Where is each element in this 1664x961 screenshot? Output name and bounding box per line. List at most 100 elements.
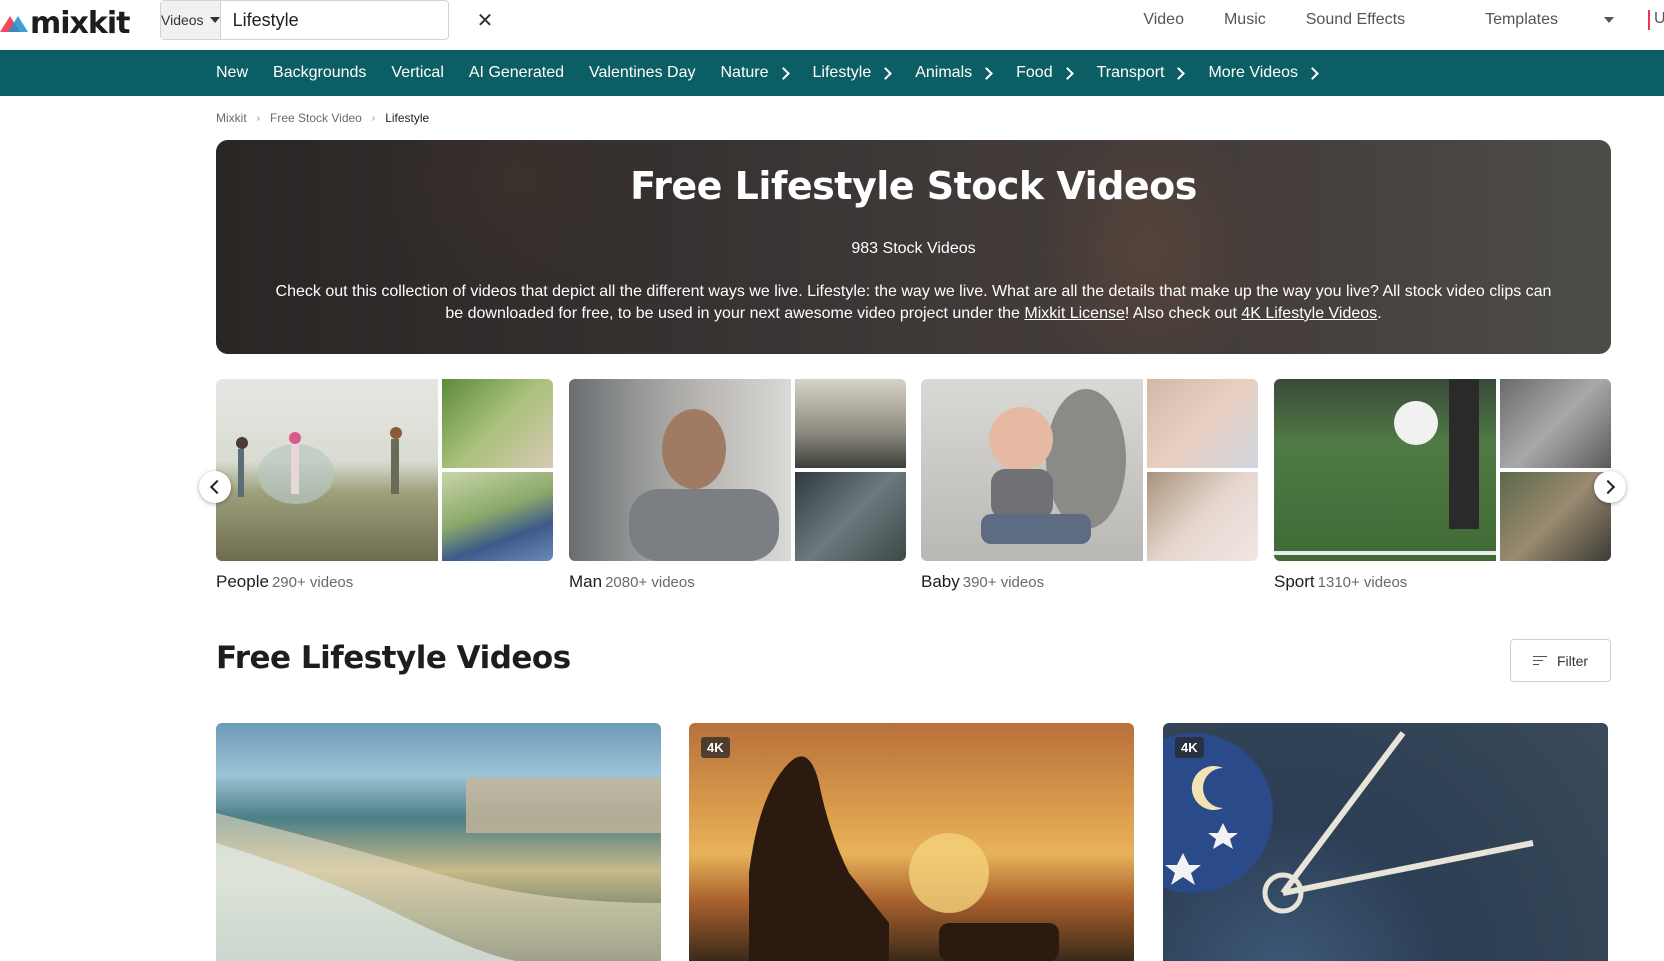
category-vertical[interactable]: Vertical <box>391 64 443 82</box>
collection-label-baby[interactable]: Baby 390+ videos <box>921 572 1044 592</box>
video-thumbnail <box>749 756 1059 961</box>
collection-count: 2080+ videos <box>605 574 695 591</box>
collection-count: 1310+ videos <box>1317 574 1408 591</box>
collection-thumb-side <box>442 379 553 468</box>
category-backgrounds[interactable]: Backgrounds <box>273 64 366 82</box>
search-bar: Videos ✕ <box>160 0 493 40</box>
collection-count: 290+ videos <box>271 574 354 591</box>
top-header: mixkit Videos ✕ Video Music Sound Effect… <box>0 0 1664 50</box>
logo-mark-icon <box>0 12 28 34</box>
clear-search-icon[interactable]: ✕ <box>477 1 494 39</box>
chevron-right-icon <box>1172 67 1186 80</box>
collection-thumb-side <box>795 472 906 561</box>
video-card-watch[interactable]: 4K <box>1163 723 1608 961</box>
video-thumbnail <box>216 778 661 961</box>
4k-badge: 4K <box>701 737 730 758</box>
nav-user-cut[interactable]: U <box>1648 10 1664 30</box>
breadcrumb-separator-icon: › <box>256 112 261 124</box>
category-bar: New Backgrounds Vertical AI Generated Va… <box>0 50 1664 96</box>
filter-button[interactable]: Filter <box>1510 639 1611 682</box>
breadcrumb-separator-icon: › <box>371 112 376 124</box>
collection-thumb-main <box>569 379 791 561</box>
4k-lifestyle-videos-link[interactable]: 4K Lifestyle Videos <box>1241 305 1377 322</box>
category-label: More Videos <box>1208 64 1298 81</box>
nav-templates[interactable]: Templates <box>1445 11 1614 29</box>
hero-banner: Free Lifestyle Stock Videos 983 Stock Vi… <box>216 140 1611 354</box>
category-transport[interactable]: Transport <box>1096 64 1186 82</box>
collection-thumb-side <box>1147 379 1258 468</box>
collection-count: 390+ videos <box>962 574 1045 591</box>
collection-label-man[interactable]: Man 2080+ videos <box>569 572 695 592</box>
breadcrumb-free-stock-video[interactable]: Free Stock Video <box>270 111 362 125</box>
collection-thumb-side <box>1147 472 1258 561</box>
category-label: Backgrounds <box>273 64 367 81</box>
chevron-left-icon <box>209 479 225 495</box>
category-food[interactable]: Food <box>1016 64 1074 82</box>
category-new[interactable]: New <box>216 64 248 82</box>
collection-name: Sport <box>1274 572 1315 591</box>
filter-label: Filter <box>1556 652 1589 669</box>
man-illustration <box>629 409 779 561</box>
category-label: Valentines Day <box>589 64 696 81</box>
search-input[interactable] <box>220 1 477 39</box>
main-nav: Video Music Sound Effects Templates U <box>1103 10 1664 30</box>
chevron-right-icon <box>776 67 790 80</box>
collection-sport[interactable] <box>1274 379 1611 561</box>
category-label: New <box>216 64 249 81</box>
collection-baby[interactable] <box>921 379 1258 561</box>
carousel-next-button[interactable] <box>1594 471 1626 503</box>
category-lifestyle[interactable]: Lifestyle <box>812 64 893 82</box>
caret-down-icon <box>1604 17 1614 23</box>
mixkit-logo[interactable]: mixkit <box>0 5 130 41</box>
breadcrumb-current: Lifestyle <box>385 111 430 125</box>
category-label: AI Generated <box>468 64 565 81</box>
collection-name: Baby <box>921 572 960 591</box>
collection-label-people[interactable]: People 290+ videos <box>216 572 353 592</box>
category-valentines-day[interactable]: Valentines Day <box>589 64 695 82</box>
search-type-dropdown[interactable]: Videos <box>161 1 221 39</box>
baby-illustration <box>981 389 1126 544</box>
search-type-label: Videos <box>161 12 204 28</box>
mixkit-license-link[interactable]: Mixkit License <box>1024 305 1124 322</box>
collection-name: People <box>216 572 269 591</box>
nav-music[interactable]: Music <box>1224 11 1266 29</box>
category-list: New Backgrounds Vertical AI Generated Va… <box>216 50 1342 96</box>
category-label: Transport <box>1096 64 1165 81</box>
category-label: Animals <box>915 64 973 81</box>
category-animals[interactable]: Animals <box>915 64 993 82</box>
breadcrumb-mixkit[interactable]: Mixkit <box>216 111 247 125</box>
category-ai-generated[interactable]: AI Generated <box>469 64 564 82</box>
breadcrumb: Mixkit › Free Stock Video › Lifestyle <box>216 111 429 125</box>
category-label: Lifestyle <box>812 64 872 81</box>
4k-badge: 4K <box>1175 737 1204 758</box>
logo-text: mixkit <box>30 5 130 41</box>
chevron-right-icon <box>1600 479 1616 495</box>
filter-icon <box>1532 655 1547 666</box>
category-label: Food <box>1016 64 1053 81</box>
collection-label-sport[interactable]: Sport 1310+ videos <box>1274 572 1407 592</box>
category-nature[interactable]: Nature <box>720 64 790 82</box>
soccer-illustration <box>1274 379 1496 555</box>
collection-thumb-side <box>442 472 553 561</box>
collection-thumb-side <box>1500 379 1611 468</box>
chevron-right-icon <box>980 67 993 80</box>
collection-name: Man <box>569 572 603 591</box>
collection-thumb-side <box>795 379 906 468</box>
collection-people[interactable] <box>216 379 553 561</box>
category-label: Nature <box>720 64 769 81</box>
hero-desc-part: ! Also check out <box>1124 305 1242 322</box>
collection-thumb-main <box>921 379 1143 561</box>
carousel-prev-button[interactable] <box>199 471 231 503</box>
video-count: 983 Stock Videos <box>851 240 976 257</box>
section-title: Free Lifestyle Videos <box>216 640 571 676</box>
category-more-videos[interactable]: More Videos <box>1208 64 1319 82</box>
video-card-beach[interactable] <box>216 723 661 961</box>
collection-thumb-main <box>216 379 438 561</box>
page-title: Free Lifestyle Stock Videos <box>630 164 1197 208</box>
nav-sound-effects[interactable]: Sound Effects <box>1306 11 1405 29</box>
chevron-right-icon <box>879 67 893 80</box>
caret-down-icon <box>209 17 220 23</box>
collection-man[interactable] <box>569 379 906 561</box>
nav-video[interactable]: Video <box>1143 11 1184 29</box>
video-card-meditation[interactable]: 4K <box>689 723 1134 961</box>
